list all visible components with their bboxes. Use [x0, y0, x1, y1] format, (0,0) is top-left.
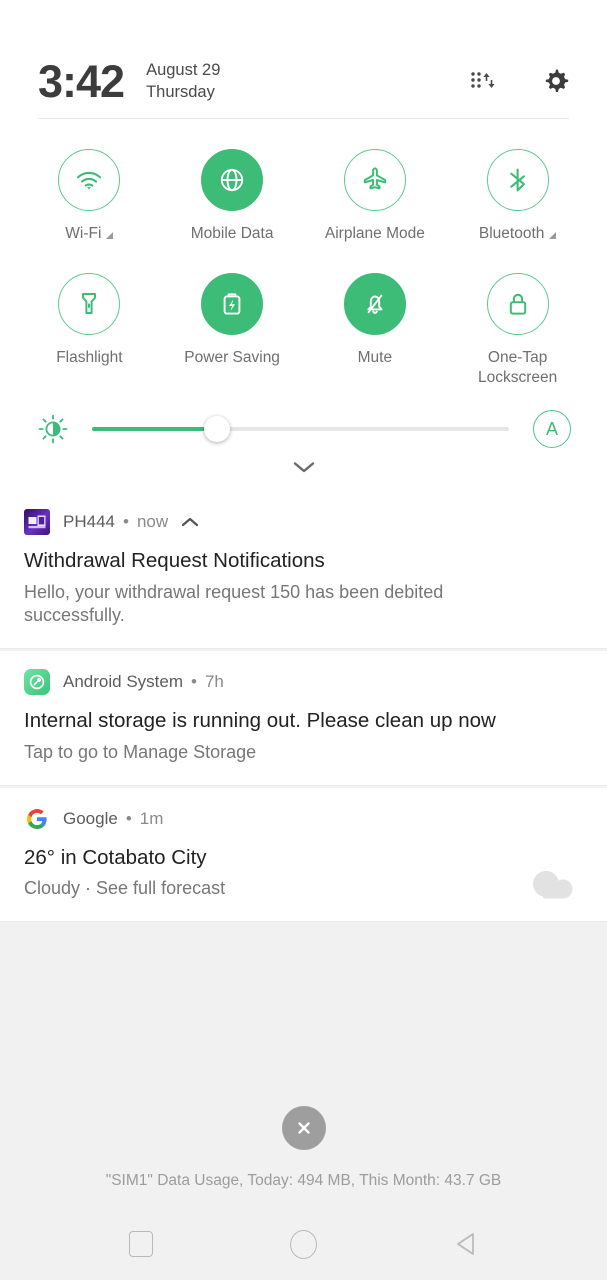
circle-icon: [289, 1229, 317, 1259]
brightness-icon: [36, 412, 70, 446]
weekday-text: Thursday: [146, 83, 215, 101]
notification-time: now: [136, 512, 169, 532]
triangle-left-icon: [456, 1233, 474, 1255]
tile-bluetooth-circle[interactable]: [486, 149, 549, 211]
shade-footer: "SIM1" Data Usage, Today: 494 MB, This M…: [0, 1106, 607, 1208]
square-icon: [129, 1231, 154, 1257]
clock: 3:42: [38, 55, 125, 107]
auto-brightness-button[interactable]: A: [533, 410, 571, 449]
notification-app-name: Android System: [63, 672, 183, 692]
tile-one-tap-lockscreen-circle[interactable]: [486, 273, 549, 336]
notification-app-name: Google: [63, 808, 118, 828]
tile-flashlight-circle[interactable]: [58, 273, 121, 336]
brightness-slider-fill: [92, 427, 218, 432]
notification-ph444[interactable]: PH444 • now Withdrawal Request Notificat…: [0, 491, 607, 650]
home-button[interactable]: [285, 1226, 321, 1262]
notification-title: Withdrawal Request Notifications: [24, 549, 325, 573]
date-block: August 29 Thursday: [146, 59, 220, 104]
notification-separator: •: [191, 672, 197, 692]
tile-mute-label: Mute: [357, 349, 393, 367]
notification-body: Cloudy · See full forecast: [24, 878, 226, 899]
flashlight-icon: [82, 293, 97, 315]
google-icon: [24, 806, 50, 832]
notification-header: Android System • 7h: [24, 669, 583, 696]
tile-power-saving-circle[interactable]: [201, 273, 264, 336]
tile-bluetooth[interactable]: Bluetooth: [446, 141, 589, 243]
expand-triangle-icon[interactable]: [106, 232, 114, 239]
close-icon: [297, 1122, 310, 1134]
notification-title: Internal storage is running out. Please …: [24, 709, 496, 733]
data-usage-text: "SIM1" Data Usage, Today: 494 MB, This M…: [105, 1172, 502, 1189]
notification-shade: 3:42 August 29 Thursday Wi-Fi Mobile Dat…: [0, 0, 607, 1280]
gear-icon[interactable]: [541, 66, 571, 96]
notification-separator: •: [125, 808, 132, 828]
bluetooth-icon: [509, 168, 525, 192]
tile-one-tap-lockscreen[interactable]: One-Tap Lockscreen: [446, 265, 589, 387]
chevron-up-icon[interactable]: [180, 516, 200, 528]
battery-bolt-icon: [223, 293, 241, 315]
tile-mobile-data-circle[interactable]: [201, 149, 264, 211]
ph444-app-icon: [24, 509, 50, 536]
notification-body: Hello, your withdrawal request 150 has b…: [24, 581, 444, 626]
notification-time: 7h: [204, 672, 224, 692]
date-text: August 29: [146, 60, 221, 79]
tile-mute[interactable]: Mute: [304, 265, 447, 387]
bell-slash-icon: [367, 295, 383, 315]
tile-airplane-mode[interactable]: Airplane Mode: [304, 141, 447, 243]
tile-mute-circle[interactable]: [343, 273, 406, 336]
notification-separator: •: [122, 512, 129, 532]
tile-wifi-circle[interactable]: [58, 149, 121, 211]
quick-settings-expand-handle[interactable]: [0, 449, 607, 491]
cloud-icon: [533, 870, 573, 899]
back-button[interactable]: [448, 1226, 484, 1262]
notification-list: PH444 • now Withdrawal Request Notificat…: [0, 491, 607, 1106]
tile-wifi-label: Wi-Fi: [65, 224, 114, 243]
expand-triangle-icon[interactable]: [549, 232, 557, 239]
globe-icon: [220, 168, 244, 192]
notification-header: Google • 1m: [24, 806, 583, 832]
tile-one-tap-lockscreen-label: One-Tap Lockscreen: [477, 349, 558, 386]
notification-time: 1m: [139, 808, 164, 828]
notification-title: 26° in Cotabato City: [24, 845, 207, 869]
tile-bluetooth-label: Bluetooth: [479, 224, 557, 243]
tile-row-2: Flashlight Power Saving Mute One-Tap Loc…: [18, 265, 589, 387]
notification-android-system[interactable]: Android System • 7h Internal storage is …: [0, 651, 607, 786]
tile-airplane-mode-circle[interactable]: [343, 149, 406, 211]
quick-settings-tiles: Wi-Fi Mobile Data Airplane Mode Bluetoot…: [0, 119, 607, 387]
tile-airplane-mode-label: Airplane Mode: [324, 225, 425, 242]
brightness-row: A: [0, 387, 607, 449]
header-icons: [467, 66, 571, 96]
tile-power-saving-label: Power Saving: [184, 349, 280, 367]
tile-wifi[interactable]: Wi-Fi: [18, 141, 161, 243]
tile-flashlight-label: Flashlight: [56, 349, 123, 367]
notification-app-name: PH444: [63, 512, 115, 532]
auto-brightness-label: A: [545, 418, 558, 439]
tile-mobile-data[interactable]: Mobile Data: [161, 141, 304, 243]
tile-mobile-data-label: Mobile Data: [190, 225, 274, 242]
data-usage-icon[interactable]: [467, 66, 497, 96]
lock-icon: [509, 294, 526, 315]
airplane-icon: [363, 167, 387, 190]
notification-body: Tap to go to Manage Storage: [24, 741, 257, 762]
wifi-icon: [77, 171, 102, 190]
android-system-icon: [24, 669, 50, 696]
recents-button[interactable]: [123, 1226, 159, 1262]
brightness-slider[interactable]: [92, 416, 509, 443]
status-header: 3:42 August 29 Thursday: [0, 0, 607, 118]
navigation-bar: [0, 1208, 607, 1280]
chevron-down-icon: [293, 462, 314, 473]
brightness-slider-thumb[interactable]: [204, 416, 231, 443]
tile-power-saving[interactable]: Power Saving: [161, 265, 304, 387]
notification-google-weather[interactable]: Google • 1m 26° in Cotabato City Cloudy …: [0, 787, 607, 922]
tile-row-1: Wi-Fi Mobile Data Airplane Mode Bluetoot…: [18, 141, 589, 243]
notification-header: PH444 • now: [24, 509, 583, 536]
tile-flashlight[interactable]: Flashlight: [18, 265, 161, 387]
clear-all-button[interactable]: [281, 1106, 326, 1150]
quick-settings-panel: 3:42 August 29 Thursday Wi-Fi Mobile Dat…: [0, 0, 607, 492]
